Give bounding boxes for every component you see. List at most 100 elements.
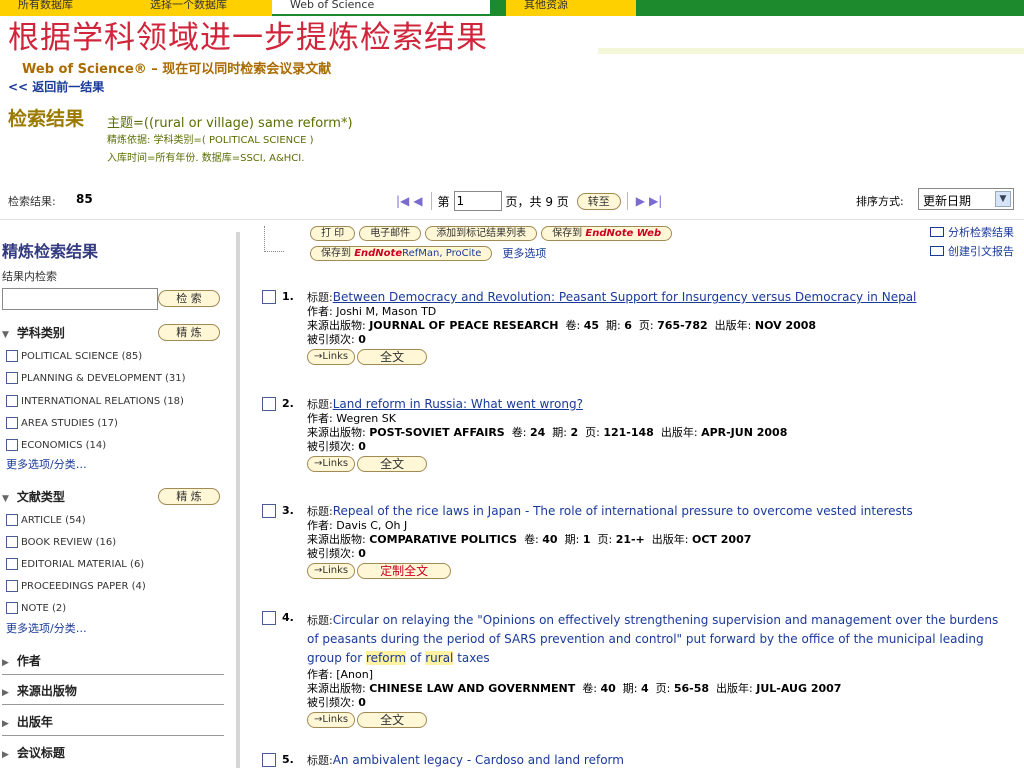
record-authors: 作者: Joshi M, Mason TD — [307, 305, 437, 318]
goto-page-button[interactable]: 转至 — [576, 192, 621, 210]
prev-page-icon[interactable]: ◀ — [411, 194, 424, 208]
record-number: 5. — [282, 753, 294, 766]
checkbox[interactable] — [6, 372, 18, 384]
facet-option[interactable]: ECONOMICS (14) — [6, 439, 106, 451]
checkbox[interactable] — [6, 417, 18, 429]
checkbox[interactable] — [6, 514, 18, 526]
record-title-link[interactable]: Repeal of the rice laws in Japan - The r… — [333, 504, 913, 518]
links-button[interactable]: →Links — [307, 563, 356, 579]
search-within-input[interactable] — [2, 288, 158, 310]
analyze-results-link[interactable]: 分析检索结果 — [930, 224, 1014, 240]
next-page-icon[interactable]: ▶ — [634, 194, 647, 208]
checkbox[interactable] — [6, 350, 18, 362]
triangle-right-icon: ▶ — [2, 719, 9, 729]
result-count-value: 85 — [76, 192, 93, 206]
record-cited: 被引频次: 0 — [307, 696, 366, 709]
sidebar-title: 精炼检索结果 — [2, 242, 99, 261]
result-count-label: 检索结果: — [8, 195, 56, 208]
back-to-results-link[interactable]: << 返回前一结果 — [8, 78, 104, 95]
tab-select-database[interactable]: 选择一个数据库 — [132, 0, 272, 16]
record-source: 来源出版物: COMPARATIVE POLITICS 卷: 40 期: 1 页… — [307, 533, 752, 546]
checkbox[interactable] — [6, 580, 18, 592]
facet-subject-category[interactable]: ▼ 学科类别 — [2, 324, 65, 341]
facet-option[interactable]: ARTICLE (54) — [6, 514, 86, 526]
facet-option[interactable]: AREA STUDIES (17) — [6, 417, 118, 429]
facet-author[interactable]: ▶ 作者 — [2, 652, 41, 669]
add-to-marked-button[interactable]: 添加到标记结果列表 — [425, 226, 538, 241]
facet-option[interactable]: PLANNING & DEVELOPMENT (31) — [6, 372, 186, 384]
checkbox[interactable] — [6, 602, 18, 614]
email-button[interactable]: 电子邮件 — [359, 226, 422, 241]
tab-web-of-science[interactable]: Web of Science — [272, 0, 490, 16]
page-suffix: 页，共 9 页 — [505, 194, 569, 209]
record-source: 来源出版物: JOURNAL OF PEACE RESEARCH 卷: 45 期… — [307, 319, 817, 332]
more-options-link[interactable]: 更多选项/分类… — [6, 456, 87, 472]
page-number-input[interactable] — [453, 191, 502, 211]
sort-select[interactable]: 更新日期 ▼ — [918, 188, 1014, 210]
last-page-icon[interactable]: ▶| — [647, 194, 664, 208]
facet-document-type[interactable]: ▼ 文献类型 — [2, 488, 65, 505]
save-to-endnote-button[interactable]: 保存到 EndNoteRefMan, ProCite — [310, 246, 493, 261]
record-title-link[interactable]: Circular on relaying the "Opinions on ef… — [307, 613, 998, 665]
record-number: 4. — [282, 611, 294, 624]
facet-option[interactable]: POLITICAL SCIENCE (85) — [6, 350, 142, 362]
search-within-button[interactable]: 检 索 — [158, 290, 220, 307]
record-cited: 被引频次: 0 — [307, 440, 366, 453]
checkbox[interactable] — [6, 558, 18, 570]
triangle-right-icon: ▶ — [2, 658, 9, 668]
refine-doctype-button[interactable]: 精 炼 — [158, 488, 220, 505]
fulltext-button[interactable]: 全文 — [357, 456, 428, 472]
record-title-link[interactable]: Land reform in Russia: What went wrong? — [333, 397, 583, 411]
results-toolbar: 打 印 电子邮件 添加到标记结果列表 保存到 EndNote Web 保存到 E… — [264, 222, 1014, 262]
checkbox[interactable] — [6, 395, 18, 407]
links-button[interactable]: →Links — [307, 456, 356, 472]
sort-label: 排序方式: — [856, 195, 904, 208]
checkbox[interactable] — [6, 536, 18, 548]
record-checkbox[interactable] — [262, 504, 276, 518]
citation-report-link[interactable]: 创建引文报告 — [930, 243, 1014, 259]
facet-year[interactable]: ▶ 出版年 — [2, 713, 53, 730]
save-to-endnote-web-button[interactable]: 保存到 EndNote Web — [541, 226, 673, 241]
print-button[interactable]: 打 印 — [310, 226, 356, 241]
fulltext-button[interactable]: 全文 — [357, 349, 428, 365]
wos-subtitle: Web of Science® – 现在可以同时检索会议录文献 — [22, 62, 332, 77]
facet-option[interactable]: PROCEEDINGS PAPER (4) — [6, 580, 146, 592]
refine-subject-button[interactable]: 精 炼 — [158, 324, 220, 341]
facet-option[interactable]: INTERNATIONAL RELATIONS (18) — [6, 395, 184, 407]
checkbox[interactable] — [6, 439, 18, 451]
page-prefix: 第 — [437, 194, 450, 209]
triangle-down-icon: ▼ — [2, 494, 9, 504]
record-authors: 作者: Davis C, Oh J — [307, 519, 408, 532]
record-checkbox[interactable] — [262, 397, 276, 411]
divider — [2, 704, 224, 705]
divider — [2, 735, 224, 736]
record-title-link[interactable]: Between Democracy and Revolution: Peasan… — [333, 290, 917, 304]
results-bar: 检索结果: 85 |◀ ◀ 第 页，共 9 页 转至 ▶ ▶| 排序方式: 更新… — [0, 180, 1024, 220]
analysis-links: 分析检索结果 创建引文报告 — [930, 224, 1014, 262]
record-authors: 作者: [Anon] — [307, 668, 373, 681]
record-title-link[interactable]: An ambivalent legacy - Cardoso and land … — [333, 753, 624, 767]
more-options-link[interactable]: 更多选项/分类… — [6, 620, 87, 636]
custom-fulltext-button[interactable]: 定制全文 — [357, 563, 452, 579]
first-page-icon[interactable]: |◀ — [394, 194, 411, 208]
chevron-down-icon[interactable]: ▼ — [995, 191, 1011, 207]
record-number: 1. — [282, 290, 294, 303]
record-cited: 被引频次: 0 — [307, 333, 366, 346]
links-button[interactable]: →Links — [307, 349, 356, 365]
record-source: 来源出版物: POST-SOVIET AFFAIRS 卷: 24 期: 2 页:… — [307, 426, 788, 439]
tab-other-resources[interactable]: 其他资源 — [506, 0, 636, 16]
more-options-link[interactable]: 更多选项 — [502, 246, 546, 261]
facet-source[interactable]: ▶ 来源出版物 — [2, 682, 77, 699]
record-checkbox[interactable] — [262, 611, 276, 625]
links-button[interactable]: →Links — [307, 712, 356, 728]
facet-option[interactable]: BOOK REVIEW (16) — [6, 536, 116, 548]
record-checkbox[interactable] — [262, 753, 276, 767]
facet-option[interactable]: EDITORIAL MATERIAL (6) — [6, 558, 144, 570]
pager-divider — [430, 192, 432, 210]
fulltext-button[interactable]: 全文 — [357, 712, 428, 728]
facet-option[interactable]: NOTE (2) — [6, 602, 66, 614]
record-checkbox[interactable] — [262, 290, 276, 304]
tab-all-databases[interactable]: 所有数据库 — [0, 0, 132, 16]
facet-conference[interactable]: ▶ 会议标题 — [2, 744, 65, 761]
refine-by-text: 精炼依据: 学科类别=( POLITICAL SCIENCE ) — [107, 135, 314, 146]
